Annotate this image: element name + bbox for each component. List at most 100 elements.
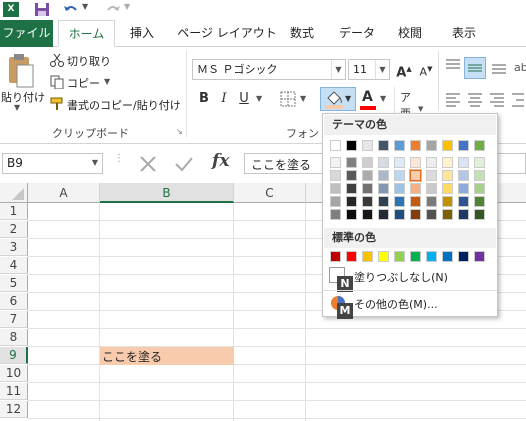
paste-label[interactable]: 貼り付け	[1, 89, 45, 105]
shrink-font-button[interactable]: A▼	[416, 59, 436, 79]
theme-shade-swatch[interactable]	[378, 157, 389, 168]
theme-shade-swatch[interactable]	[442, 183, 453, 194]
theme-color-swatch[interactable]	[362, 140, 373, 151]
theme-shade-swatch[interactable]	[378, 183, 389, 194]
tab-data[interactable]: データ	[334, 20, 380, 47]
chevron-down-icon[interactable]: ▼	[375, 60, 389, 79]
theme-shade-swatch[interactable]	[458, 157, 469, 168]
format-painter-icon[interactable]	[50, 97, 64, 111]
font-name-combo[interactable]: ＭＳ Ｐゴシック ▼	[192, 59, 346, 80]
theme-shade-swatch[interactable]	[394, 209, 405, 220]
standard-color-swatch[interactable]	[394, 251, 405, 262]
theme-shade-swatch[interactable]	[378, 196, 389, 207]
theme-shade-swatch[interactable]	[346, 183, 357, 194]
theme-shade-swatch[interactable]	[409, 169, 422, 182]
theme-shade-swatch[interactable]	[378, 170, 389, 181]
theme-shade-swatch[interactable]	[362, 183, 373, 194]
theme-color-swatch[interactable]	[346, 140, 357, 151]
theme-shade-swatch[interactable]	[362, 157, 373, 168]
theme-shade-swatch[interactable]	[426, 196, 437, 207]
format-painter-label[interactable]: 書式のコピー/貼り付け	[67, 97, 181, 113]
theme-color-swatch[interactable]	[458, 140, 469, 151]
theme-shade-swatch[interactable]	[330, 196, 341, 207]
column-header-b[interactable]: B	[100, 183, 234, 203]
copy-dropdown-icon[interactable]: ▼	[104, 77, 110, 86]
theme-shade-swatch[interactable]	[474, 209, 485, 220]
tab-formulas[interactable]: 数式	[282, 20, 322, 47]
theme-shade-swatch[interactable]	[426, 183, 437, 194]
font-color-button[interactable]: A	[358, 89, 380, 111]
theme-shade-swatch[interactable]	[330, 170, 341, 181]
copy-label[interactable]: コピー	[67, 75, 100, 91]
theme-shade-swatch[interactable]	[410, 209, 421, 220]
row-header[interactable]: 5	[0, 275, 28, 292]
underline-button[interactable]: U	[234, 89, 254, 109]
border-icon[interactable]	[280, 91, 296, 107]
cut-label[interactable]: 切り取り	[67, 53, 111, 69]
theme-color-swatch[interactable]	[426, 140, 437, 151]
row-header-selected[interactable]: 9	[0, 347, 28, 364]
standard-color-swatch[interactable]	[442, 251, 453, 262]
theme-shade-swatch[interactable]	[410, 157, 421, 168]
tab-home[interactable]: ホーム	[58, 20, 115, 47]
standard-color-swatch[interactable]	[426, 251, 437, 262]
theme-shade-swatch[interactable]	[362, 209, 373, 220]
phonetic-icon[interactable]: ア亜	[400, 89, 418, 120]
underline-dropdown-icon[interactable]: ▼	[256, 94, 262, 103]
theme-shade-swatch[interactable]	[442, 157, 453, 168]
font-size-combo[interactable]: 11 ▼	[348, 59, 390, 80]
theme-shade-swatch[interactable]	[426, 209, 437, 220]
theme-shade-swatch[interactable]	[474, 170, 485, 181]
column-header-c[interactable]: C	[234, 183, 306, 203]
theme-shade-swatch[interactable]	[474, 183, 485, 194]
tab-insert[interactable]: 挿入	[122, 20, 162, 47]
phonetic-dropdown-icon[interactable]: ▼	[418, 105, 423, 113]
align-right-icon[interactable]	[488, 91, 506, 109]
theme-color-swatch[interactable]	[394, 140, 405, 151]
theme-shade-swatch[interactable]	[474, 196, 485, 207]
theme-shade-swatch[interactable]	[362, 170, 373, 181]
redo-dropdown-icon[interactable]: ▼	[124, 2, 140, 17]
standard-color-swatch[interactable]	[362, 251, 373, 262]
theme-shade-swatch[interactable]	[426, 170, 437, 181]
theme-shade-swatch[interactable]	[394, 183, 405, 194]
row-header[interactable]: 2	[0, 221, 28, 238]
undo-dropdown-icon[interactable]: ▼	[82, 2, 98, 17]
font-color-dropdown-icon[interactable]: ▼	[380, 94, 386, 103]
theme-shade-swatch[interactable]	[394, 196, 405, 207]
theme-shade-swatch[interactable]	[346, 157, 357, 168]
scissors-icon[interactable]	[50, 53, 64, 67]
fill-color-button[interactable]: ▼	[320, 87, 356, 111]
align-left-icon[interactable]	[444, 91, 462, 109]
row-header[interactable]: 4	[0, 257, 28, 274]
standard-color-swatch[interactable]	[458, 251, 469, 262]
tab-page-layout[interactable]: ページ レイアウト	[174, 20, 280, 47]
theme-shade-swatch[interactable]	[362, 196, 373, 207]
fill-dropdown-icon[interactable]: ▼	[345, 94, 351, 103]
theme-color-swatch[interactable]	[330, 140, 341, 151]
enter-icon[interactable]	[172, 153, 196, 175]
standard-color-swatch[interactable]	[378, 251, 389, 262]
align-top-icon[interactable]	[444, 57, 462, 75]
border-dropdown-icon[interactable]: ▼	[300, 94, 306, 103]
theme-shade-swatch[interactable]	[378, 209, 389, 220]
theme-shade-swatch[interactable]	[330, 157, 341, 168]
theme-shade-swatch[interactable]	[458, 209, 469, 220]
paste-dropdown-icon[interactable]: ▼	[14, 103, 20, 112]
chevron-down-icon[interactable]: ▼	[331, 60, 345, 79]
theme-shade-swatch[interactable]	[330, 183, 341, 194]
row-header[interactable]: 6	[0, 293, 28, 310]
align-bottom-icon[interactable]	[490, 57, 508, 75]
theme-shade-swatch[interactable]	[458, 183, 469, 194]
row-header[interactable]: 8	[0, 329, 28, 346]
row-header[interactable]: 1	[0, 203, 28, 220]
cell-b9[interactable]: ここを塗る	[100, 347, 234, 365]
theme-color-swatch[interactable]	[378, 140, 389, 151]
column-header-a[interactable]: A	[28, 183, 100, 203]
select-all-corner[interactable]	[0, 183, 28, 203]
theme-shade-swatch[interactable]	[474, 157, 485, 168]
theme-shade-swatch[interactable]	[330, 209, 341, 220]
row-header[interactable]: 12	[0, 401, 28, 418]
theme-shade-swatch[interactable]	[394, 157, 405, 168]
row-header[interactable]: 10	[0, 365, 28, 382]
